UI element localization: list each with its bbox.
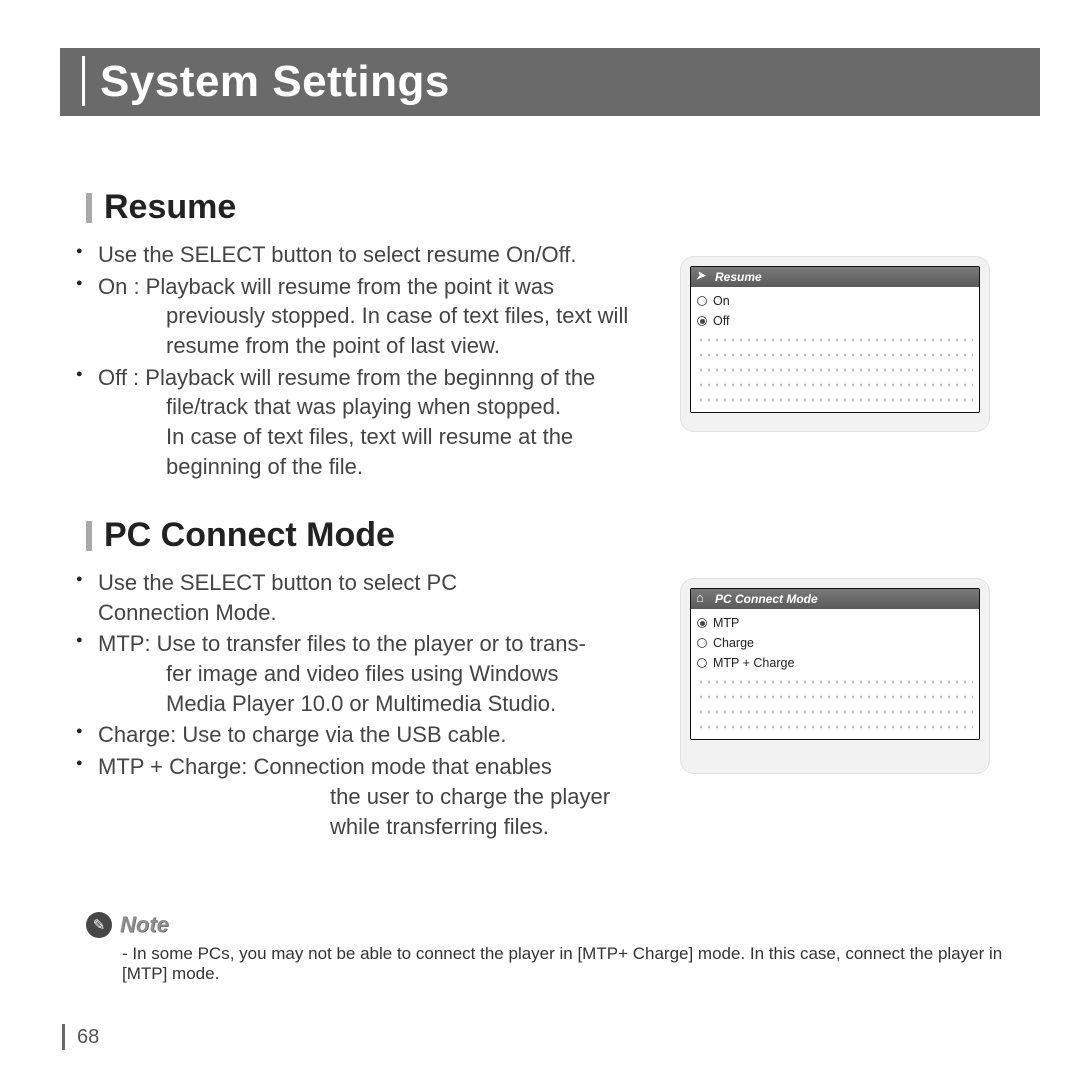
- option-label: Off: [713, 311, 729, 331]
- note-text: - In some PCs, you may not be able to co…: [122, 944, 1020, 984]
- dotted-line: [697, 349, 973, 361]
- heading-bar: [86, 521, 92, 551]
- bullet-item: Use the SELECT button to select resume O…: [76, 240, 636, 270]
- bullet-text: resume from the point of last view.: [166, 331, 636, 361]
- pcmode-screenshot: PC Connect Mode MTP Charge MTP + Charge: [680, 578, 990, 774]
- option-row: Off: [697, 311, 973, 331]
- dotted-line: [697, 334, 973, 346]
- bullet-text: Charge: Use to charge via the USB cable.: [98, 722, 506, 747]
- heading-bar: [86, 193, 92, 223]
- option-row: On: [697, 291, 973, 311]
- pgnum-bar: [62, 1024, 65, 1050]
- screenshot-header: Resume: [691, 267, 979, 287]
- heading-text: Resume: [104, 188, 236, 227]
- screenshot-title: PC Connect Mode: [715, 592, 818, 606]
- bullet-text: Connection Mode.: [98, 598, 636, 628]
- bullet-text: the user to charge the player: [330, 782, 636, 812]
- heading-text: PC Connect Mode: [104, 516, 395, 555]
- radio-icon: [697, 638, 707, 648]
- banner-rule: [82, 56, 85, 106]
- pcmode-bullets: Use the SELECT button to select PC Conne…: [76, 568, 636, 843]
- pgnum-text: 68: [77, 1026, 99, 1049]
- dotted-line: [697, 721, 973, 733]
- bullet-text: beginning of the file.: [166, 452, 636, 482]
- dotted-line: [697, 676, 973, 688]
- option-row: Charge: [697, 633, 973, 653]
- option-label: MTP + Charge: [713, 653, 794, 673]
- section-pcmode-heading: PC Connect Mode: [86, 516, 395, 555]
- page-title: System Settings: [100, 48, 450, 116]
- bullet-text: previously stopped. In case of text file…: [166, 301, 636, 331]
- bullet-item: On : Playback will resume from the point…: [76, 272, 636, 361]
- arrow-icon: [697, 271, 709, 283]
- resume-screenshot: Resume On Off: [680, 256, 990, 432]
- resume-bullets: Use the SELECT button to select resume O…: [76, 240, 636, 484]
- dotted-line: [697, 691, 973, 703]
- bullet-item: Charge: Use to charge via the USB cable.: [76, 720, 636, 750]
- option-row: MTP + Charge: [697, 653, 973, 673]
- bullet-text: while transferring files.: [330, 812, 636, 842]
- bullet-text: Off : Playback will resume from the begi…: [98, 365, 595, 390]
- option-label: On: [713, 291, 730, 311]
- screenshot-inner: PC Connect Mode MTP Charge MTP + Charge: [690, 588, 980, 740]
- bullet-text: In case of text files, text will resume …: [166, 422, 636, 452]
- manual-page: System Settings Resume Use the SELECT bu…: [0, 0, 1080, 1080]
- note-header: ✎ Note: [86, 912, 1020, 938]
- option-row: MTP: [697, 613, 973, 633]
- radio-icon: [697, 658, 707, 668]
- radio-selected-icon: [697, 618, 707, 628]
- bullet-text: Media Player 10.0 or Multimedia Studio.: [166, 689, 636, 719]
- radio-selected-icon: [697, 316, 707, 326]
- screenshot-inner: Resume On Off: [690, 266, 980, 413]
- note-label: Note: [120, 912, 169, 938]
- bullet-text: fer image and video files using Windows: [166, 659, 636, 689]
- bullet-item: MTP: Use to transfer files to the player…: [76, 629, 636, 718]
- dotted-line: [697, 394, 973, 406]
- option-label: Charge: [713, 633, 754, 653]
- dotted-line: [697, 706, 973, 718]
- bullet-item: Off : Playback will resume from the begi…: [76, 363, 636, 482]
- note-block: ✎ Note - In some PCs, you may not be abl…: [86, 912, 1020, 984]
- screenshot-body: MTP Charge MTP + Charge: [691, 609, 979, 739]
- dotted-line: [697, 379, 973, 391]
- bullet-text: On : Playback will resume from the point…: [98, 274, 554, 299]
- screenshot-header: PC Connect Mode: [691, 589, 979, 609]
- section-resume-heading: Resume: [86, 188, 236, 227]
- screenshot-body: On Off: [691, 287, 979, 412]
- bullet-text: Use the SELECT button to select resume O…: [98, 242, 577, 267]
- radio-icon: [697, 296, 707, 306]
- bullet-text: MTP + Charge: Connection mode that enabl…: [98, 754, 552, 779]
- house-icon: [697, 593, 709, 605]
- screenshot-title: Resume: [715, 270, 762, 284]
- dotted-line: [697, 364, 973, 376]
- bullet-text: Use the SELECT button to select PC: [98, 570, 457, 595]
- bullet-text: MTP: Use to transfer files to the player…: [98, 631, 586, 656]
- pencil-icon: ✎: [86, 912, 112, 938]
- option-label: MTP: [713, 613, 739, 633]
- page-number: 68: [62, 1024, 99, 1050]
- bullet-item: Use the SELECT button to select PC Conne…: [76, 568, 636, 627]
- bullet-item: MTP + Charge: Connection mode that enabl…: [76, 752, 636, 841]
- bullet-text: file/track that was playing when stopped…: [166, 392, 636, 422]
